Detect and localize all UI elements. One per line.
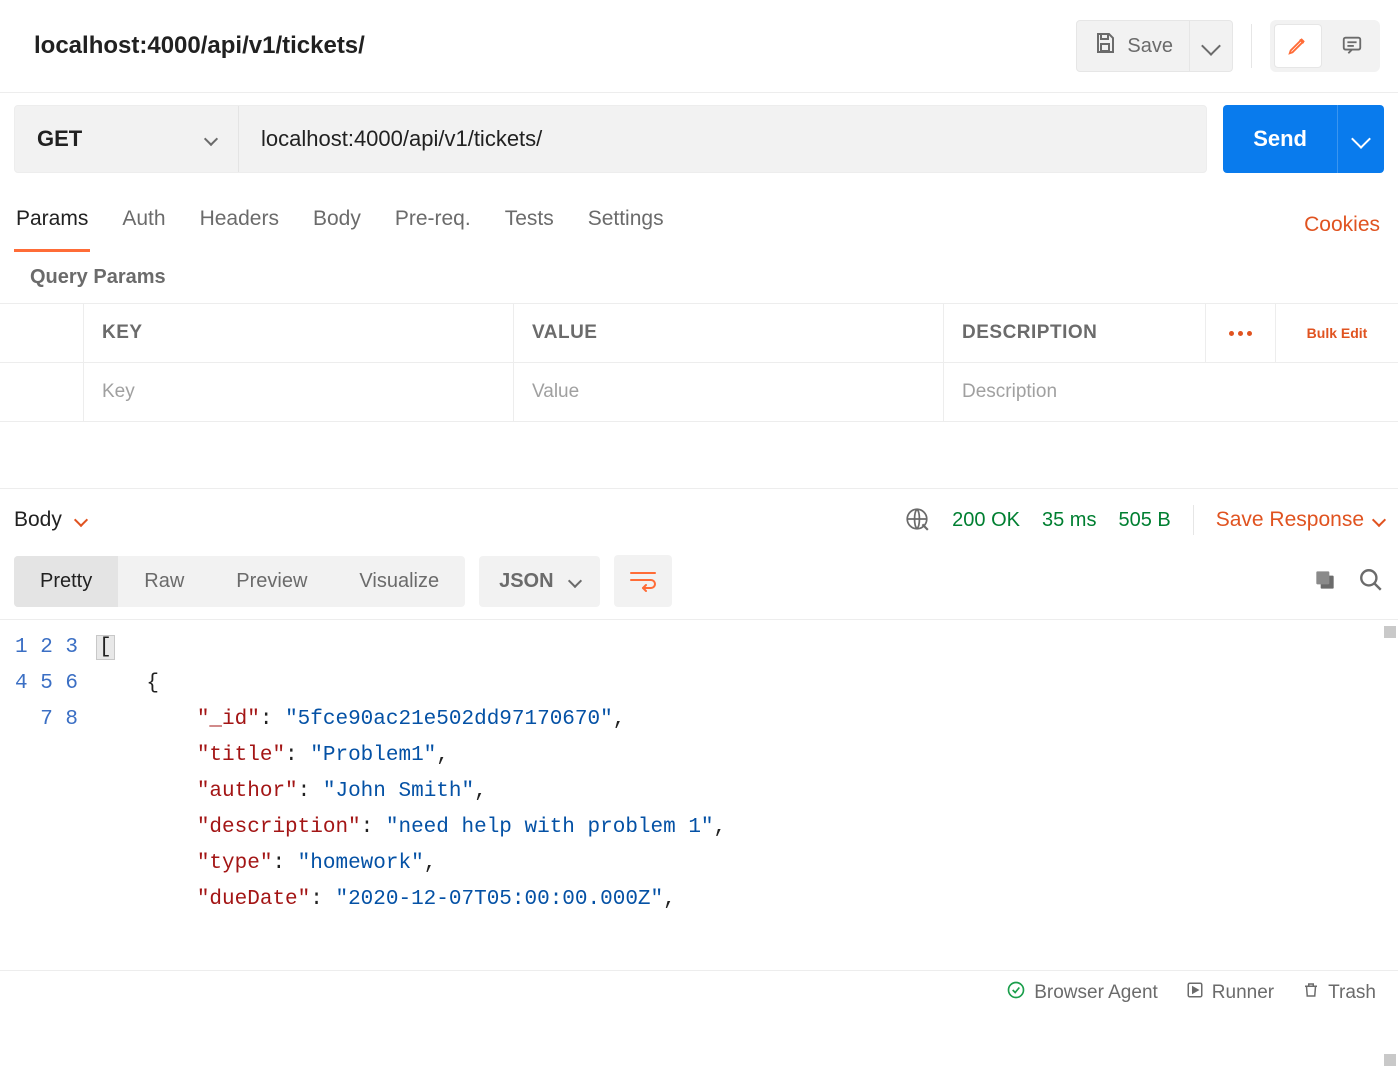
response-size: 505 B bbox=[1118, 509, 1170, 532]
wrap-lines-button[interactable] bbox=[614, 555, 672, 607]
wrap-icon bbox=[629, 568, 657, 595]
send-dropdown[interactable] bbox=[1337, 105, 1384, 173]
chevron-down-icon bbox=[1201, 36, 1221, 56]
trash-button[interactable]: Trash bbox=[1302, 981, 1376, 1005]
save-dropdown[interactable] bbox=[1190, 20, 1233, 72]
chevron-down-icon bbox=[567, 574, 581, 588]
tab-prereq[interactable]: Pre-req. bbox=[393, 197, 473, 252]
tab-auth[interactable]: Auth bbox=[120, 197, 167, 252]
tab-params[interactable]: Params bbox=[14, 197, 90, 252]
save-icon bbox=[1093, 31, 1117, 61]
cookies-link[interactable]: Cookies bbox=[1304, 213, 1384, 237]
response-section-select[interactable]: Body bbox=[14, 508, 86, 532]
view-pretty[interactable]: Pretty bbox=[14, 556, 118, 607]
tab-headers[interactable]: Headers bbox=[198, 197, 281, 252]
agent-status[interactable]: Browser Agent bbox=[1006, 980, 1158, 1006]
response-format-select[interactable]: JSON bbox=[479, 556, 599, 607]
save-response-button[interactable]: Save Response bbox=[1216, 508, 1384, 532]
view-visualize[interactable]: Visualize bbox=[333, 556, 465, 607]
copy-button[interactable] bbox=[1312, 567, 1338, 596]
chevron-down-icon bbox=[1351, 129, 1371, 149]
http-method-select[interactable]: GET bbox=[15, 106, 239, 172]
param-key-input[interactable] bbox=[102, 381, 495, 403]
response-time: 35 ms bbox=[1042, 509, 1096, 532]
col-description: DESCRIPTION bbox=[944, 304, 1206, 362]
more-icon bbox=[1229, 331, 1252, 336]
runner-button[interactable]: Runner bbox=[1186, 981, 1274, 1005]
chevron-down-icon bbox=[204, 132, 218, 146]
search-button[interactable] bbox=[1358, 567, 1384, 596]
send-button[interactable]: Send bbox=[1223, 105, 1337, 173]
param-value-input[interactable] bbox=[532, 381, 925, 403]
trash-icon bbox=[1302, 981, 1320, 1005]
divider bbox=[1251, 24, 1252, 68]
view-preview[interactable]: Preview bbox=[210, 556, 333, 607]
check-circle-icon bbox=[1006, 980, 1026, 1006]
bulk-edit-link[interactable]: Bulk Edit bbox=[1276, 304, 1398, 362]
response-status: 200 OK bbox=[952, 509, 1020, 532]
chevron-down-icon bbox=[1372, 513, 1386, 527]
query-params-heading: Query Params bbox=[0, 252, 1398, 303]
chevron-down-icon bbox=[74, 513, 88, 527]
tab-body[interactable]: Body bbox=[311, 197, 363, 252]
comment-icon bbox=[1341, 34, 1363, 59]
comments-button[interactable] bbox=[1328, 24, 1376, 68]
scrollbar[interactable] bbox=[1384, 1054, 1396, 1066]
url-input[interactable] bbox=[239, 106, 1206, 172]
save-button[interactable]: Save bbox=[1076, 20, 1190, 72]
tab-settings[interactable]: Settings bbox=[586, 197, 666, 252]
tab-tests[interactable]: Tests bbox=[503, 197, 556, 252]
scrollbar[interactable] bbox=[1384, 626, 1396, 638]
divider bbox=[1193, 505, 1194, 535]
request-title: localhost:4000/api/v1/tickets/ bbox=[34, 32, 365, 60]
network-icon[interactable] bbox=[904, 506, 930, 535]
col-value: VALUE bbox=[514, 304, 944, 362]
param-desc-input[interactable] bbox=[962, 381, 1188, 403]
columns-options[interactable] bbox=[1206, 304, 1276, 362]
runner-icon bbox=[1186, 981, 1204, 1005]
view-raw[interactable]: Raw bbox=[118, 556, 210, 607]
col-key: KEY bbox=[84, 304, 514, 362]
edit-button[interactable] bbox=[1274, 24, 1322, 68]
pencil-icon bbox=[1287, 34, 1309, 59]
